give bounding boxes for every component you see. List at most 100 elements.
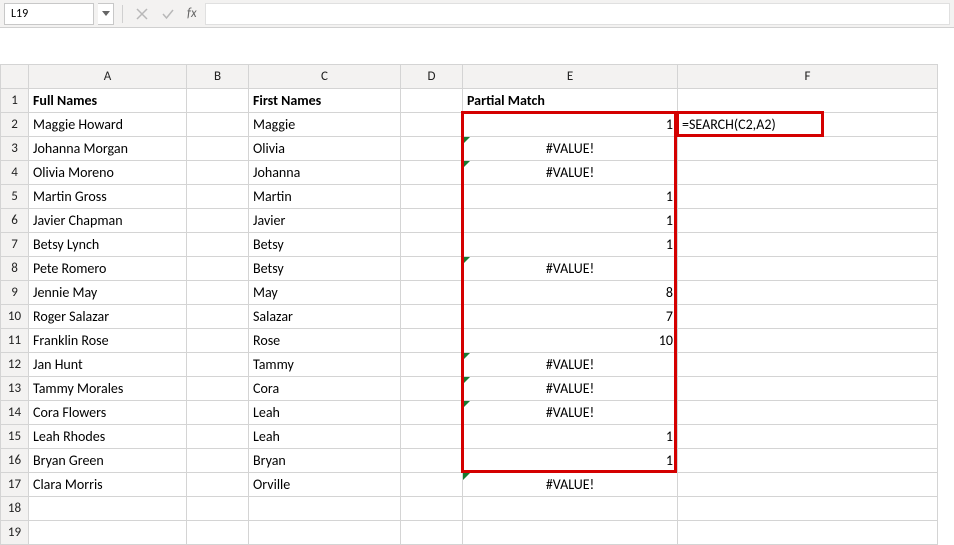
cell-F4[interactable] (678, 161, 938, 185)
cell-B9[interactable] (187, 281, 249, 305)
cell-D4[interactable] (401, 161, 463, 185)
cell-A11[interactable]: Franklin Rose (29, 329, 187, 353)
cell-E11[interactable]: 10 (463, 329, 678, 353)
cell-D3[interactable] (401, 137, 463, 161)
cell-F2[interactable]: =SEARCH(C2,A2) (678, 113, 938, 137)
cell-C2[interactable]: Maggie (249, 113, 401, 137)
cell-C8[interactable]: Betsy (249, 257, 401, 281)
cell-C13[interactable]: Cora (249, 377, 401, 401)
cell-D15[interactable] (401, 425, 463, 449)
cell-B3[interactable] (187, 137, 249, 161)
col-header-A[interactable]: A (29, 65, 187, 89)
cell-B12[interactable] (187, 353, 249, 377)
cell-E9[interactable]: 8 (463, 281, 678, 305)
cell-E13[interactable]: #VALUE! (463, 377, 678, 401)
fx-label[interactable]: fx (183, 6, 201, 21)
cell-C18[interactable] (249, 497, 401, 521)
row-header[interactable]: 7 (1, 233, 29, 257)
cell-E10[interactable]: 7 (463, 305, 678, 329)
cell-D5[interactable] (401, 185, 463, 209)
cell-A19[interactable] (29, 521, 187, 545)
cell-A9[interactable]: Jennie May (29, 281, 187, 305)
cell-A4[interactable]: Olivia Moreno (29, 161, 187, 185)
row-header[interactable]: 16 (1, 449, 29, 473)
cell-D2[interactable] (401, 113, 463, 137)
cell-F6[interactable] (678, 209, 938, 233)
row-header[interactable]: 19 (1, 521, 29, 545)
cell-B19[interactable] (187, 521, 249, 545)
cell-E17[interactable]: #VALUE! (463, 473, 678, 497)
cell-E18[interactable] (463, 497, 678, 521)
cell-D17[interactable] (401, 473, 463, 497)
cell-B8[interactable] (187, 257, 249, 281)
row-header[interactable]: 5 (1, 185, 29, 209)
cell-B16[interactable] (187, 449, 249, 473)
cell-A5[interactable]: Martin Gross (29, 185, 187, 209)
cell-C10[interactable]: Salazar (249, 305, 401, 329)
row-header[interactable]: 3 (1, 137, 29, 161)
cell-C11[interactable]: Rose (249, 329, 401, 353)
cell-B14[interactable] (187, 401, 249, 425)
cell-A18[interactable] (29, 497, 187, 521)
cell-F1[interactable] (678, 89, 938, 113)
row-header[interactable]: 6 (1, 209, 29, 233)
name-box[interactable]: L19 (4, 3, 94, 25)
cell-E7[interactable]: 1 (463, 233, 678, 257)
cell-E3[interactable]: #VALUE! (463, 137, 678, 161)
cell-B7[interactable] (187, 233, 249, 257)
cell-C9[interactable]: May (249, 281, 401, 305)
row-header[interactable]: 14 (1, 401, 29, 425)
row-header[interactable]: 10 (1, 305, 29, 329)
cell-B15[interactable] (187, 425, 249, 449)
cell-C19[interactable] (249, 521, 401, 545)
cell-F15[interactable] (678, 425, 938, 449)
cell-A16[interactable]: Bryan Green (29, 449, 187, 473)
row-header[interactable]: 17 (1, 473, 29, 497)
cell-D9[interactable] (401, 281, 463, 305)
cell-F13[interactable] (678, 377, 938, 401)
row-header[interactable]: 11 (1, 329, 29, 353)
cell-A7[interactable]: Betsy Lynch (29, 233, 187, 257)
cell-B10[interactable] (187, 305, 249, 329)
cell-F19[interactable] (678, 521, 938, 545)
cell-E12[interactable]: #VALUE! (463, 353, 678, 377)
cell-D12[interactable] (401, 353, 463, 377)
cell-D19[interactable] (401, 521, 463, 545)
cell-F18[interactable] (678, 497, 938, 521)
cell-C12[interactable]: Tammy (249, 353, 401, 377)
cell-E8[interactable]: #VALUE! (463, 257, 678, 281)
row-header[interactable]: 15 (1, 425, 29, 449)
cell-E2[interactable]: 1 (463, 113, 678, 137)
formula-input[interactable] (205, 3, 950, 25)
cell-F11[interactable] (678, 329, 938, 353)
cell-B13[interactable] (187, 377, 249, 401)
cell-F10[interactable] (678, 305, 938, 329)
cell-E16[interactable]: 1 (463, 449, 678, 473)
cell-D7[interactable] (401, 233, 463, 257)
cell-B5[interactable] (187, 185, 249, 209)
col-header-D[interactable]: D (401, 65, 463, 89)
cell-A2[interactable]: Maggie Howard (29, 113, 187, 137)
cell-A6[interactable]: Javier Chapman (29, 209, 187, 233)
cell-C14[interactable]: Leah (249, 401, 401, 425)
cell-A3[interactable]: Johanna Morgan (29, 137, 187, 161)
cell-C17[interactable]: Orville (249, 473, 401, 497)
row-header[interactable]: 4 (1, 161, 29, 185)
cell-F3[interactable] (678, 137, 938, 161)
row-header[interactable]: 9 (1, 281, 29, 305)
cell-F9[interactable] (678, 281, 938, 305)
cell-C16[interactable]: Bryan (249, 449, 401, 473)
col-header-B[interactable]: B (187, 65, 249, 89)
cell-C7[interactable]: Betsy (249, 233, 401, 257)
cell-A10[interactable]: Roger Salazar (29, 305, 187, 329)
row-header[interactable]: 12 (1, 353, 29, 377)
cancel-formula-button[interactable] (131, 3, 153, 25)
cell-A15[interactable]: Leah Rhodes (29, 425, 187, 449)
cell-E14[interactable]: #VALUE! (463, 401, 678, 425)
cell-C15[interactable]: Leah (249, 425, 401, 449)
col-header-E[interactable]: E (463, 65, 678, 89)
cell-E6[interactable]: 1 (463, 209, 678, 233)
row-header[interactable]: 2 (1, 113, 29, 137)
select-all-corner[interactable] (1, 65, 29, 89)
cell-B6[interactable] (187, 209, 249, 233)
